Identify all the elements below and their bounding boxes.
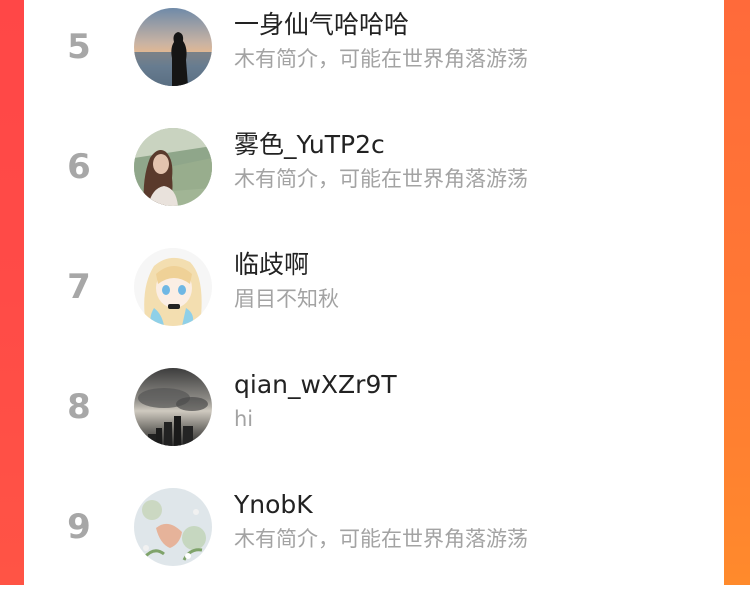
rank-number: 8 (67, 387, 91, 427)
rank-number: 7 (67, 267, 91, 307)
user-bio: 木有简介，可能在世界角落游荡 (234, 167, 528, 191)
list-item[interactable]: 7 临歧啊 眉目不知秋 (24, 239, 724, 359)
user-name[interactable]: 临歧啊 (234, 249, 309, 281)
rank-number: 9 (67, 507, 91, 547)
flowers-hand-avatar-image (134, 488, 212, 566)
user-bio: hi (234, 407, 254, 431)
avatar[interactable] (134, 488, 212, 566)
background-left (0, 0, 24, 585)
user-bio: 木有简介，可能在世界角落游荡 (234, 527, 528, 551)
user-name[interactable]: qian_wXZr9T (234, 369, 397, 401)
user-bio: 眉目不知秋 (234, 287, 339, 311)
city-clouds-avatar-image (134, 368, 212, 446)
user-name[interactable]: YnobK (234, 489, 313, 521)
user-name[interactable]: 雾色_YuTP2c (234, 129, 385, 161)
list-item[interactable]: 5 一身仙气哈哈哈 木有简介，可能在世界角落游荡 (24, 0, 724, 119)
background-right (724, 0, 750, 585)
anime-girl-avatar-image (134, 248, 212, 326)
avatar[interactable] (134, 128, 212, 206)
list-item[interactable]: 8 qian_wXZr9T hi (24, 359, 724, 479)
avatar[interactable] (134, 248, 212, 326)
list-item[interactable]: 9 YnobK 木有简介，可能在世界角落游荡 (24, 479, 724, 599)
rank-number: 6 (67, 147, 91, 187)
list-item[interactable]: 6 雾色_YuTP2c 木有简介，可能在世界角落游荡 (24, 119, 724, 239)
avatar[interactable] (134, 368, 212, 446)
rank-number: 5 (67, 27, 91, 67)
avatar[interactable] (134, 8, 212, 86)
user-bio: 木有简介，可能在世界角落游荡 (234, 47, 528, 71)
girl-photo-avatar-image (134, 128, 212, 206)
user-name[interactable]: 一身仙气哈哈哈 (234, 9, 409, 41)
rank-list-panel: 5 一身仙气哈哈哈 木有简介，可能在世界角落游荡 6 雾色_YuTP2c 木有简… (24, 0, 724, 585)
sunset-silhouette-avatar-image (134, 8, 212, 86)
